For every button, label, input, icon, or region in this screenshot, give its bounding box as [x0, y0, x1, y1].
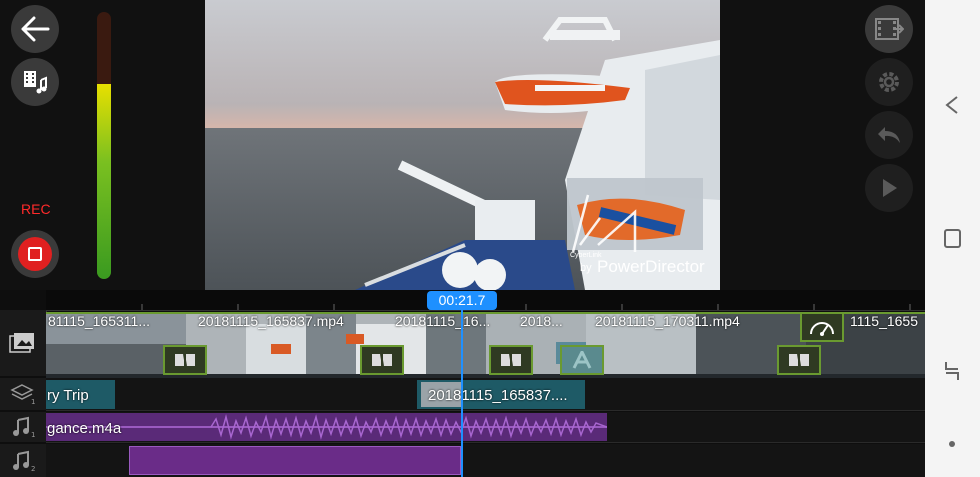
nav-overview-icon[interactable] [949, 441, 955, 447]
title-marker[interactable] [560, 345, 604, 375]
music-note-icon: 2 [13, 450, 35, 472]
svg-text:1: 1 [31, 431, 35, 438]
play-icon [883, 179, 897, 197]
audio-track-2-header[interactable]: 2 [0, 444, 46, 477]
transition-icon [372, 353, 392, 367]
transition-marker[interactable] [777, 345, 821, 375]
audio-clip[interactable] [129, 446, 461, 475]
video-clip-label: 2018... [520, 313, 563, 329]
watermark-brand: PowerDirector [597, 257, 705, 276]
title-a-icon [572, 351, 592, 369]
transition-icon [175, 353, 195, 367]
settings-icon [879, 72, 899, 92]
transition-marker[interactable] [163, 345, 207, 375]
transition-icon [789, 353, 809, 367]
timeline[interactable]: 1 1 2 81115_165311... 20181115_165837.mp… [0, 290, 925, 477]
audio-track-1-header[interactable]: 1 [0, 412, 46, 442]
media-library-icon [24, 71, 47, 94]
produce-icon [875, 18, 904, 40]
undo-button[interactable] [865, 111, 913, 159]
svg-text:2: 2 [31, 465, 35, 472]
rec-label: REC [21, 201, 51, 217]
audio-clip[interactable] [46, 413, 608, 441]
back-button[interactable] [11, 5, 59, 53]
layers-icon: 1 [10, 384, 35, 405]
svg-text:1: 1 [31, 398, 35, 405]
video-clip-label: 20181115_165837.mp4 [198, 313, 344, 329]
music-note-icon: 1 [13, 416, 35, 438]
nav-home-icon[interactable] [941, 360, 963, 382]
transition-marker[interactable] [489, 345, 533, 375]
watermark-by: by [580, 262, 592, 274]
settings-button[interactable] [865, 58, 913, 106]
audio-clip-label: gance.m4a [47, 420, 122, 437]
video-clip-label: 20181115_16... [395, 313, 491, 329]
transition-icon [501, 353, 521, 367]
system-navigation-bar [925, 0, 980, 477]
record-button[interactable] [11, 230, 59, 278]
overlay-clip-label: ry Trip [47, 387, 89, 404]
preview-frame [205, 0, 720, 290]
playhead-line[interactable] [461, 304, 463, 477]
video-clip-label: 81115_165311... [48, 313, 150, 329]
record-icon [18, 237, 52, 271]
overlay-track-header[interactable]: 1 [0, 378, 46, 410]
video-preview[interactable]: CyberLink by PowerDirector [205, 0, 720, 290]
nav-back-icon[interactable] [943, 95, 963, 115]
media-library-button[interactable] [11, 58, 59, 106]
playhead-time-badge[interactable]: 00:21.7 [427, 291, 497, 310]
produce-button[interactable] [865, 5, 913, 53]
nav-recent-icon[interactable] [942, 227, 962, 249]
video-clip-label: 20181115_170311.mp4 [595, 313, 740, 329]
video-track-header[interactable] [0, 310, 47, 376]
overlay-clip-label: 20181115_165837.... [428, 387, 568, 404]
video-track-icon [9, 333, 34, 353]
undo-icon [878, 127, 900, 143]
speed-marker[interactable] [800, 312, 844, 342]
audio-level-fill [97, 84, 111, 279]
transition-marker[interactable] [360, 345, 404, 375]
video-clip-label: 1115_1655 [850, 313, 918, 329]
back-arrow-icon [21, 16, 50, 42]
speed-icon [810, 322, 834, 336]
audio-waveform [46, 414, 608, 440]
audio-level-meter [97, 12, 111, 279]
play-button[interactable] [865, 164, 913, 212]
